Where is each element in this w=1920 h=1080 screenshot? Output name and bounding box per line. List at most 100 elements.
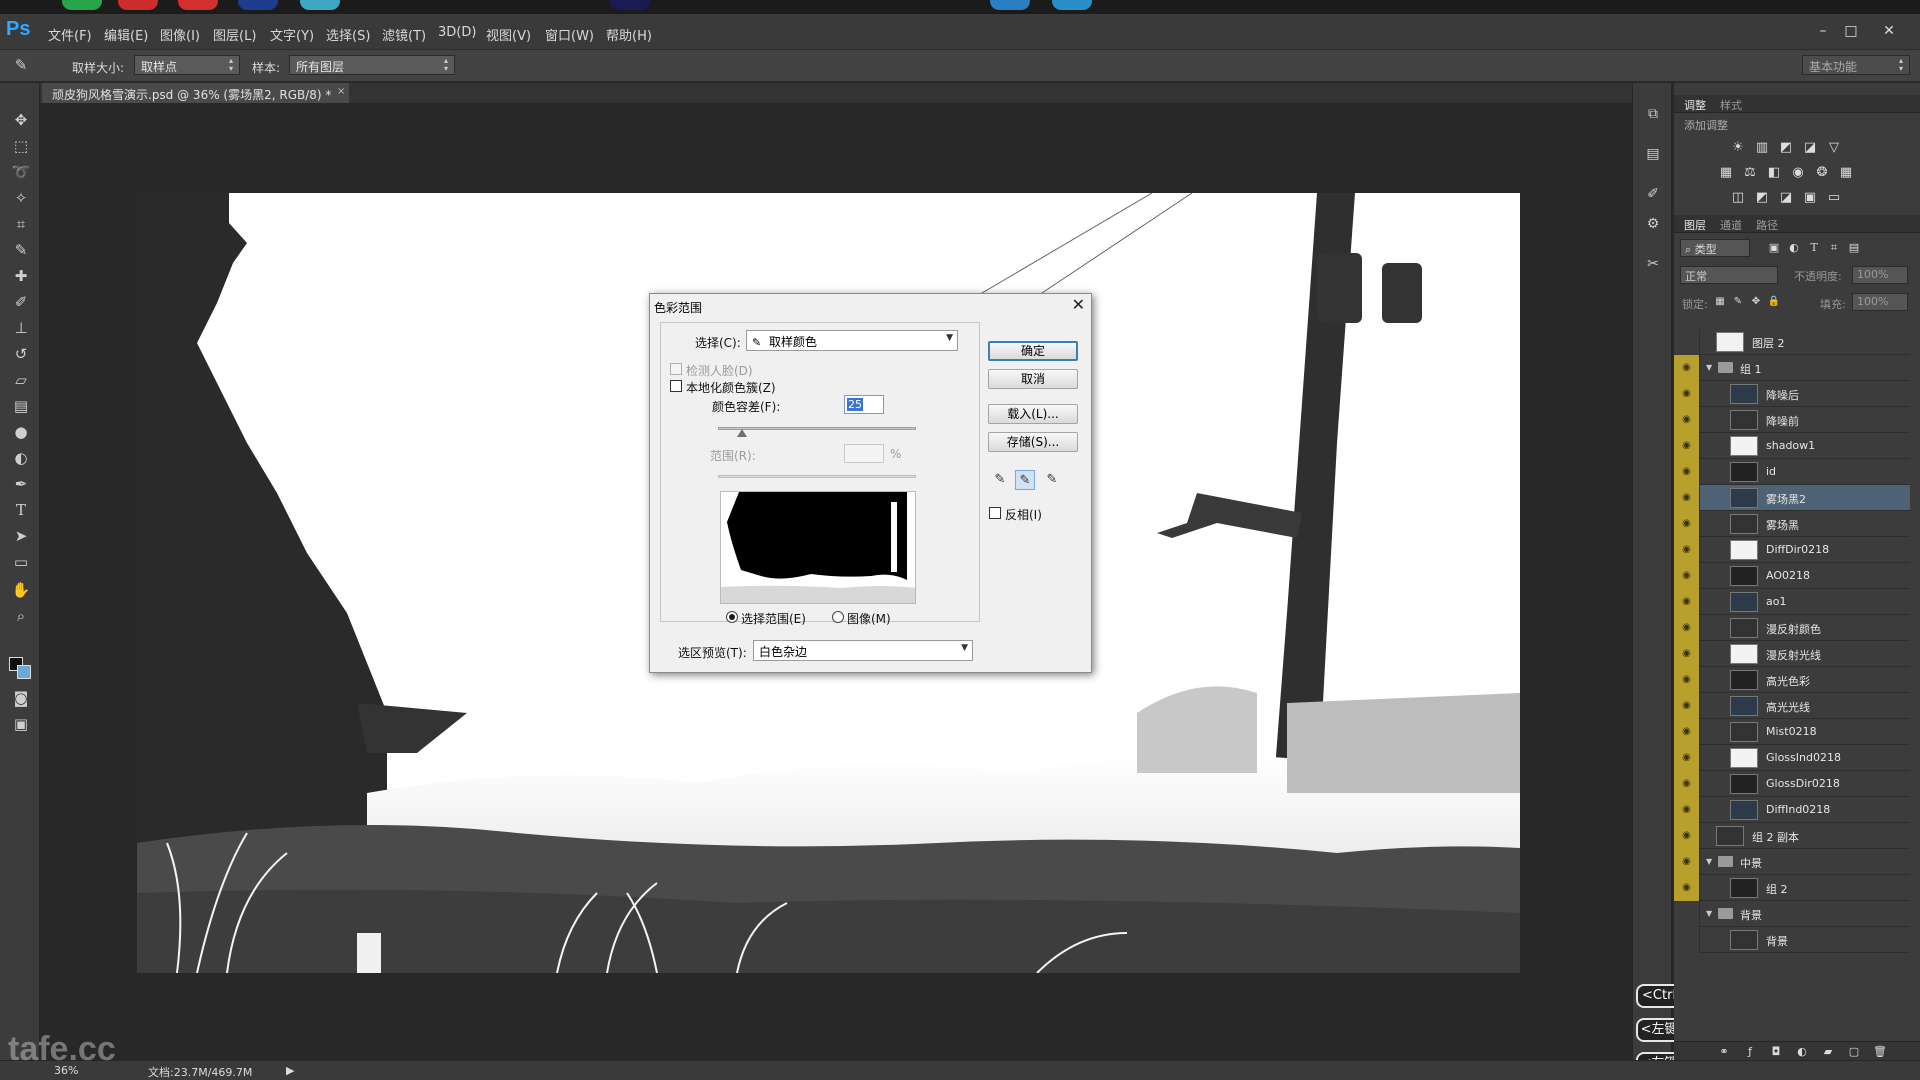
brightness-icon[interactable]: ☀ — [1728, 138, 1748, 158]
crop-tool-icon[interactable]: ⌗ — [8, 213, 34, 235]
layer-row[interactable]: ◉ ao1 — [1674, 589, 1910, 615]
visibility-eye-icon[interactable]: ◉ — [1674, 407, 1700, 433]
fuzziness-slider-thumb[interactable] — [736, 429, 747, 437]
selective-color-icon[interactable]: ▣ — [1800, 188, 1820, 208]
menu-type[interactable]: 文字(Y) — [270, 25, 314, 44]
delete-layer-icon[interactable]: 🗑 — [1870, 1042, 1890, 1062]
visibility-eye-icon[interactable]: ◉ — [1674, 667, 1700, 693]
save-button[interactable]: 存储(S)... — [988, 432, 1078, 452]
menu-layer[interactable]: 图层(L) — [213, 25, 256, 44]
layer-row[interactable]: ◉ 雾场黑 — [1674, 511, 1910, 537]
visibility-eye-icon[interactable]: ◉ — [1674, 693, 1700, 719]
visibility-eye-icon[interactable] — [1674, 927, 1700, 953]
layer-row[interactable]: ◉ 漫反射颜色 — [1674, 615, 1910, 641]
sample-select[interactable]: 所有图层 — [289, 55, 455, 75]
layer-row[interactable]: ◉ 高光色彩 — [1674, 667, 1910, 693]
selection-radio[interactable] — [726, 611, 738, 623]
expand-toggle-icon[interactable]: ▼ — [1706, 909, 1712, 918]
tab-styles[interactable]: 样式 — [1720, 97, 1742, 113]
expand-toggle-icon[interactable]: ▼ — [1706, 363, 1712, 372]
healing-brush-icon[interactable]: ✚ — [8, 265, 34, 287]
fuzziness-slider[interactable] — [718, 427, 916, 430]
visibility-eye-icon[interactable]: ◉ — [1674, 849, 1700, 875]
lasso-tool-icon[interactable]: ➰ — [8, 161, 34, 183]
maximize-button[interactable]: □ — [1838, 20, 1864, 42]
menu-file[interactable]: 文件(F) — [48, 25, 92, 44]
layer-row[interactable]: ◉ GlossDir0218 — [1674, 771, 1910, 797]
layer-row[interactable]: ◉ ▼ 中景 — [1674, 849, 1910, 875]
brush-tool-icon[interactable]: ✐ — [8, 291, 34, 313]
image-radio[interactable] — [832, 611, 844, 623]
visibility-eye-icon[interactable]: ◉ — [1674, 745, 1700, 771]
filter-smart-icon[interactable]: ▤ — [1844, 238, 1864, 258]
minimize-button[interactable]: – — [1810, 20, 1836, 42]
visibility-eye-icon[interactable]: ◉ — [1674, 433, 1700, 459]
path-select-icon[interactable]: ➤ — [8, 525, 34, 547]
eyedropper-icon[interactable]: ✎ — [990, 470, 1010, 490]
new-adjustment-icon[interactable]: ◐ — [1792, 1042, 1812, 1062]
menu-filter[interactable]: 滤镜(T) — [382, 25, 426, 44]
stamp-tool-icon[interactable]: ⊥ — [8, 317, 34, 339]
levels-icon[interactable]: ▥ — [1752, 138, 1772, 158]
history-brush-icon[interactable]: ↺ — [8, 343, 34, 365]
menu-3d[interactable]: 3D(D) — [438, 25, 476, 40]
menu-help[interactable]: 帮助(H) — [606, 25, 652, 44]
tab-layers[interactable]: 图层 — [1684, 217, 1706, 233]
color-lookup-icon[interactable]: ▦ — [1836, 163, 1856, 183]
lock-all-icon[interactable]: 🔒 — [1764, 292, 1784, 312]
select-dropdown[interactable]: ✎ 取样颜色 ▼ — [746, 330, 958, 351]
zoom-tool-icon[interactable]: ⌕ — [8, 605, 34, 627]
background-color-swatch[interactable] — [17, 665, 31, 679]
link-layers-icon[interactable]: ⚭ — [1714, 1042, 1734, 1062]
type-tool-icon[interactable]: T — [8, 499, 34, 521]
layer-row[interactable]: 背景 — [1674, 927, 1910, 953]
exposure-icon[interactable]: ◪ — [1800, 138, 1820, 158]
lock-position-icon[interactable]: ✥ — [1746, 292, 1766, 312]
layer-row[interactable]: ◉ 降噪后 — [1674, 381, 1910, 407]
layer-row[interactable]: 图层 2 — [1674, 329, 1910, 355]
hue-saturation-icon[interactable]: ▦ — [1716, 163, 1736, 183]
fx-icon[interactable]: ƒ — [1740, 1042, 1760, 1062]
app-icon[interactable] — [118, 0, 158, 10]
localized-clusters-checkbox[interactable] — [670, 380, 682, 392]
layer-row[interactable]: ◉ 雾场黑2 — [1674, 485, 1910, 511]
app-icon[interactable] — [62, 0, 102, 10]
layer-row[interactable]: ◉ 组 2 — [1674, 875, 1910, 901]
visibility-eye-icon[interactable]: ◉ — [1674, 719, 1700, 745]
filter-adjust-icon[interactable]: ◐ — [1784, 238, 1804, 258]
close-window-button[interactable]: ✕ — [1876, 20, 1902, 42]
app-icon[interactable] — [1052, 0, 1092, 10]
visibility-eye-icon[interactable]: ◉ — [1674, 589, 1700, 615]
visibility-eye-icon[interactable]: ◉ — [1674, 823, 1700, 849]
visibility-eye-icon[interactable]: ◉ — [1674, 355, 1700, 381]
menu-image[interactable]: 图像(I) — [160, 25, 200, 44]
eyedropper-minus-icon[interactable]: ✎ — [1042, 470, 1062, 490]
ok-button[interactable]: 确定 — [988, 341, 1078, 361]
layer-row[interactable]: ◉ Mist0218 — [1674, 719, 1910, 745]
layer-row[interactable]: ◉ id — [1674, 459, 1910, 485]
layer-filter-select[interactable]: ⌕ 类型 — [1680, 239, 1750, 257]
layer-row[interactable]: ◉ DiffDir0218 — [1674, 537, 1910, 563]
menu-window[interactable]: 窗口(W) — [545, 25, 594, 44]
new-layer-icon[interactable]: ▢ — [1844, 1042, 1864, 1062]
eyedropper-icon[interactable]: ✎ — [8, 54, 34, 76]
visibility-eye-icon[interactable]: ◉ — [1674, 485, 1700, 511]
photo-filter-icon[interactable]: ◉ — [1788, 163, 1808, 183]
lock-transparent-icon[interactable]: ▦ — [1710, 292, 1730, 312]
layer-row[interactable]: ◉ DiffInd0218 — [1674, 797, 1910, 823]
new-group-icon[interactable]: ▰ — [1818, 1042, 1838, 1062]
sample-size-select[interactable]: 取样点 — [134, 55, 240, 75]
selection-preview-dropdown[interactable]: 白色杂边 ▼ — [753, 640, 973, 661]
visibility-eye-icon[interactable]: ◉ — [1674, 771, 1700, 797]
lock-pixels-icon[interactable]: ✎ — [1728, 292, 1748, 312]
clone-source-icon[interactable]: ✂ — [1641, 253, 1665, 275]
history-icon[interactable]: ⧉ — [1641, 103, 1665, 125]
menu-select[interactable]: 选择(S) — [326, 25, 370, 44]
layer-row[interactable]: ◉ GlossInd0218 — [1674, 745, 1910, 771]
layer-row[interactable]: ◉ ▼ 组 1 — [1674, 355, 1910, 381]
filter-shape-icon[interactable]: ⌗ — [1824, 238, 1844, 258]
fuzziness-input[interactable]: 25 — [844, 395, 884, 414]
layer-row[interactable]: ◉ 漫反射光线 — [1674, 641, 1910, 667]
layer-row[interactable]: ◉ 组 2 副本 — [1674, 823, 1910, 849]
eyedropper-tool-icon[interactable]: ✎ — [8, 239, 34, 261]
